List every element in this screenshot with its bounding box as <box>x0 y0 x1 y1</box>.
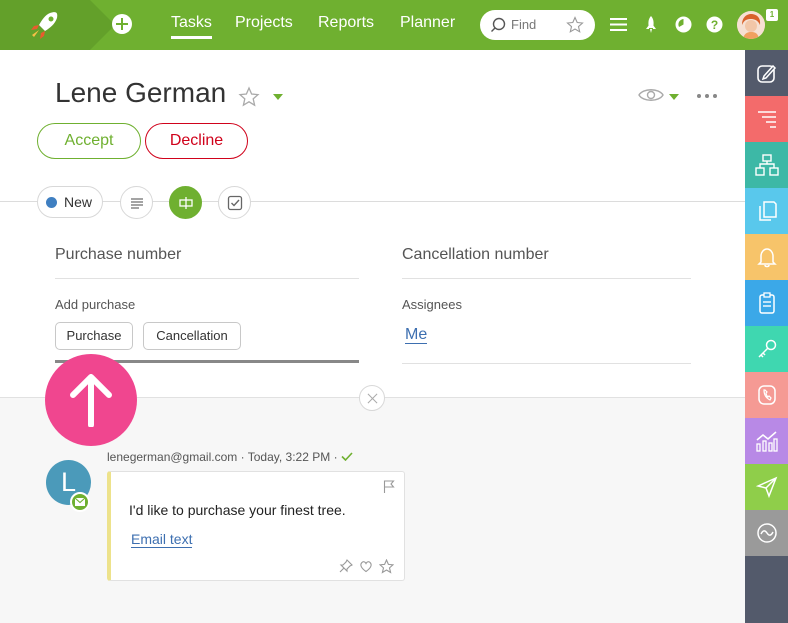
status-label: New <box>64 194 93 210</box>
top-navigation-bar: Tasks Projects Reports Planner Find ? 1 <box>0 0 788 50</box>
help-icon[interactable]: ? <box>705 15 724 34</box>
message-card: I'd like to purchase your finest tree. E… <box>107 471 405 581</box>
sidebar-item-edit[interactable] <box>745 50 788 96</box>
user-avatar[interactable] <box>737 11 765 39</box>
fields-button[interactable] <box>169 186 202 219</box>
sidebar-item-keys[interactable] <box>745 326 788 372</box>
documents-icon <box>758 201 777 221</box>
logo-area <box>0 0 115 50</box>
chart-icon <box>755 431 778 452</box>
assignees-underline <box>402 363 691 364</box>
sidebar-item-notifications[interactable] <box>745 234 788 280</box>
sidebar-item-send[interactable] <box>745 464 788 510</box>
status-dot-icon <box>46 197 57 208</box>
rocket-icon[interactable] <box>642 15 660 34</box>
cancellation-number-underline <box>402 278 691 279</box>
nav-tab-planner[interactable]: Planner <box>400 14 455 32</box>
assignees-label: Assignees <box>402 297 462 312</box>
meta-separator: · <box>240 450 248 464</box>
right-sidebar <box>745 50 788 623</box>
purchase-number-underline <box>55 278 359 279</box>
more-options-icon[interactable] <box>696 93 718 99</box>
favorites-star-icon[interactable] <box>566 16 584 34</box>
structure-icon <box>754 154 779 176</box>
accept-button[interactable]: Accept <box>37 123 141 159</box>
description-button[interactable] <box>120 186 153 219</box>
cancellation-number-label[interactable]: Cancellation number <box>402 246 549 264</box>
add-purchase-label: Add purchase <box>55 297 136 312</box>
sidebar-item-list[interactable] <box>745 96 788 142</box>
search-icon <box>491 17 506 32</box>
key-icon <box>757 339 776 358</box>
search-input[interactable]: Find <box>480 10 595 40</box>
nav-tab-projects[interactable]: Projects <box>235 14 293 32</box>
cancellation-chip[interactable]: Cancellation <box>143 322 241 350</box>
add-button[interactable] <box>112 14 132 34</box>
meta-separator: · <box>333 450 341 464</box>
svg-text:?: ? <box>711 18 718 32</box>
sidebar-item-documents[interactable] <box>745 188 788 234</box>
message-body: I'd like to purchase your finest tree. <box>129 502 346 518</box>
message-time: Today, 3:22 PM <box>247 450 331 464</box>
message-meta: lenegerman@gmail.com · Today, 3:22 PM · <box>107 450 353 464</box>
text-lines-icon <box>130 197 143 209</box>
sidebar-item-clipboard[interactable] <box>745 280 788 326</box>
menu-icon[interactable] <box>609 15 628 34</box>
notification-badge: 1 <box>766 9 778 21</box>
envelope-icon <box>75 498 85 506</box>
user-avatar-image-icon <box>737 11 765 39</box>
rocket-logo-icon[interactable] <box>28 10 60 40</box>
nav-tab-tasks[interactable]: Tasks <box>171 14 212 39</box>
sidebar-item-phone[interactable] <box>745 372 788 418</box>
fields-icon <box>178 196 193 209</box>
email-badge <box>70 492 90 512</box>
phone-icon <box>757 385 776 405</box>
arrow-up-icon <box>70 374 112 427</box>
list-icon <box>757 111 776 128</box>
nav-tab-reports[interactable]: Reports <box>318 14 374 32</box>
purchase-number-label[interactable]: Purchase number <box>55 246 181 264</box>
star-icon[interactable] <box>379 559 394 574</box>
title-dropdown-chevron-icon[interactable] <box>273 94 283 100</box>
checkbox-icon <box>227 195 242 210</box>
message-actions <box>339 559 394 574</box>
close-panel-button[interactable] <box>359 385 385 411</box>
timer-icon[interactable] <box>674 15 693 34</box>
email-text-link[interactable]: Email text <box>131 531 193 548</box>
checklist-button[interactable] <box>218 186 251 219</box>
bell-icon <box>756 248 777 268</box>
favorite-star-icon[interactable] <box>238 86 260 108</box>
assignee-link[interactable]: Me <box>405 326 428 344</box>
pin-icon[interactable] <box>339 559 353 573</box>
watch-eye-icon[interactable] <box>638 86 664 104</box>
edit-icon <box>756 64 776 83</box>
decline-button[interactable]: Decline <box>145 123 248 159</box>
divider <box>0 201 745 202</box>
scroll-up-button[interactable] <box>45 354 137 446</box>
heart-icon[interactable] <box>359 559 373 573</box>
message-sender[interactable]: lenegerman@gmail.com <box>107 450 237 464</box>
sidebar-item-analytics[interactable] <box>745 418 788 464</box>
sidebar-item-more[interactable] <box>745 510 788 556</box>
watch-dropdown-chevron-icon[interactable] <box>669 94 679 100</box>
check-icon <box>341 452 353 462</box>
search-placeholder: Find <box>511 17 537 32</box>
sidebar-item-structure[interactable] <box>745 142 788 188</box>
purchase-chip[interactable]: Purchase <box>55 322 133 350</box>
status-badge[interactable]: New <box>37 186 103 218</box>
page-title: Lene German <box>55 77 227 108</box>
wave-icon <box>756 523 777 543</box>
send-icon <box>755 476 777 498</box>
flag-icon[interactable] <box>383 480 395 494</box>
clipboard-icon <box>758 292 775 314</box>
